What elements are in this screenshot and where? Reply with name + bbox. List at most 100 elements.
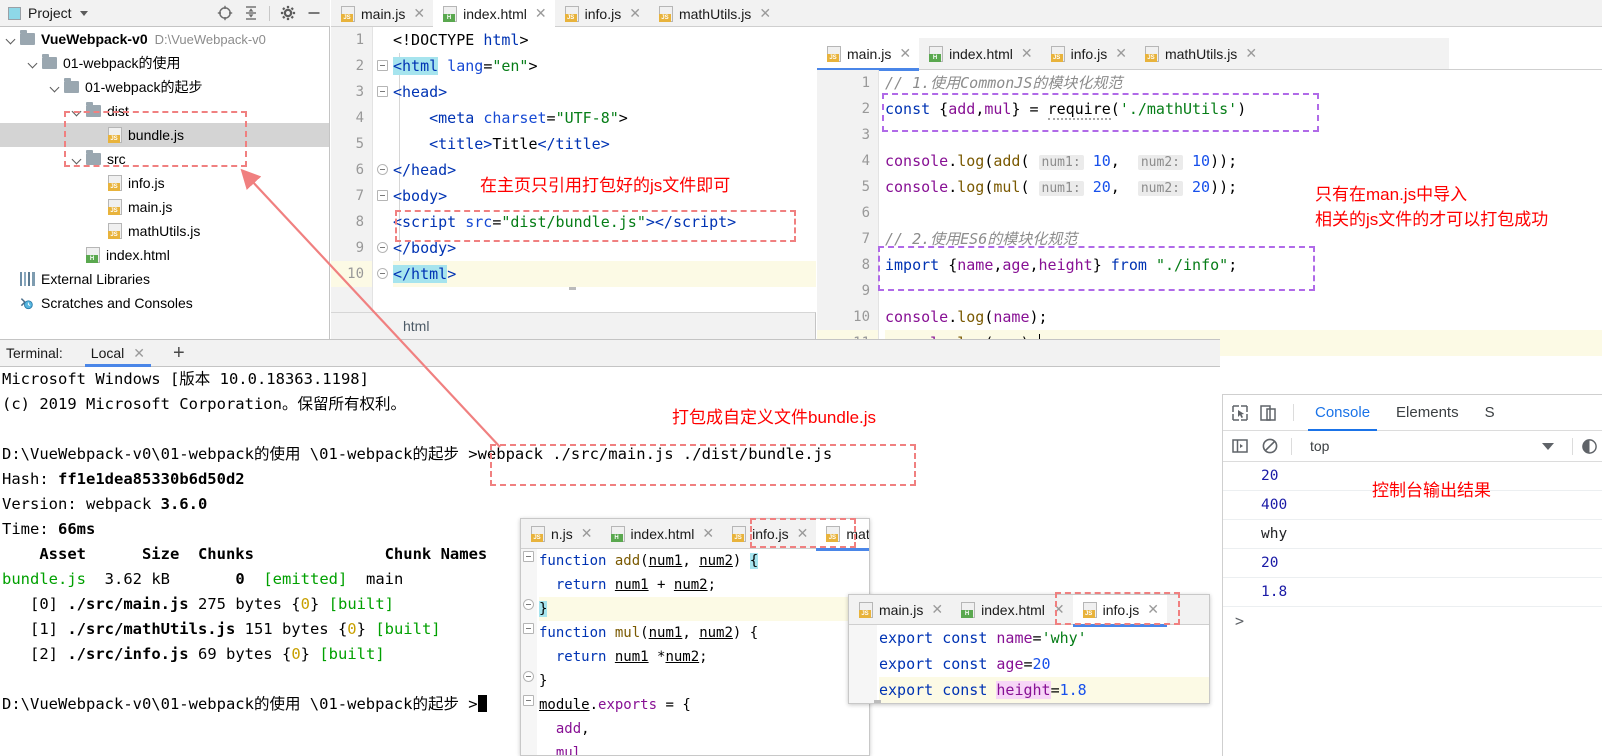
code-line: mul — [555, 745, 582, 756]
html-code-area[interactable]: <!DOCTYPE html> <html lang="en"> <head> … — [393, 27, 816, 312]
tree-item-info.js[interactable]: JS info.js — [0, 171, 329, 195]
html-file-icon: H — [961, 601, 976, 618]
tree-item-label: 01-webpack的使用 — [63, 55, 181, 71]
add-terminal-button[interactable]: + — [173, 343, 185, 363]
terminal-header-filler — [731, 339, 1220, 367]
clear-console-icon[interactable] — [1261, 437, 1279, 455]
tab-index.html[interactable]: Hindex.html ✕ — [433, 0, 555, 31]
annotation-main-note-line2: 相关的js文件的才可以打包成功 — [1315, 209, 1549, 229]
tab-index.html[interactable]: Hindex.html ✕ — [601, 519, 723, 550]
tree-item-index.html[interactable]: Hindex.html — [0, 243, 329, 267]
terminal-tab-label: Local — [90, 344, 125, 361]
annotation-box-webpack-command — [490, 444, 916, 486]
close-icon[interactable]: ✕ — [702, 525, 714, 542]
fold-marker-head-close[interactable] — [377, 164, 388, 175]
tab-index.html[interactable]: Hindex.html ✕ — [919, 38, 1041, 70]
html-file-icon: H — [929, 45, 944, 62]
device-toolbar-icon[interactable] — [1259, 404, 1277, 422]
tree-item-label: main.js — [128, 199, 173, 215]
mathutils-code-area[interactable]: function add(num1, num2) { return num1 +… — [539, 549, 869, 755]
index-html-editor[interactable]: 1 2 3 4 5 6 7 8 9 10 <!DOCTYPE html> <html lang="… — [331, 27, 816, 312]
close-icon[interactable]: ✕ — [1245, 45, 1257, 62]
close-icon[interactable]: ✕ — [931, 601, 943, 618]
minimize-icon[interactable] — [306, 5, 322, 21]
tree-item-ScratchesandConsoles[interactable]: Scratches and Consoles — [0, 291, 329, 315]
breadcrumb[interactable]: html — [331, 312, 816, 339]
close-icon[interactable]: ✕ — [413, 5, 425, 22]
locate-icon[interactable] — [217, 5, 233, 21]
tree-item-main.js[interactable]: JS main.js — [0, 195, 329, 219]
tab-console[interactable]: Console — [1302, 395, 1383, 431]
tree-item-01-webpack[interactable]: 01-webpack的起步 — [0, 75, 329, 99]
code-line: </html> — [393, 261, 816, 287]
close-icon[interactable]: ✕ — [535, 5, 547, 22]
devtools-tabbar[interactable]: Console Elements S — [1223, 395, 1602, 431]
tab-n.js[interactable]: JS n.js ✕ — [521, 519, 601, 550]
devtools-panel[interactable]: Console Elements S top 20 400 why 20 1.8… — [1222, 394, 1602, 756]
fold-marker-add[interactable] — [523, 551, 534, 562]
info-code-area[interactable]: export const name='why' export const age… — [879, 625, 1209, 703]
mathutils-fold-gutter[interactable] — [521, 549, 537, 755]
tab-main.js[interactable]: JS main.js ✕ — [817, 37, 920, 71]
chevron-down-icon[interactable] — [79, 10, 88, 16]
tree-item-VueWebpack-v0[interactable]: VueWebpack-v0 D:\VueWebpack-v0 — [0, 27, 329, 51]
project-label[interactable]: Project — [28, 5, 72, 21]
tab-main.js[interactable]: JS main.js ✕ — [849, 595, 951, 626]
tree-item-ExternalLibraries[interactable]: External Libraries — [0, 267, 329, 291]
fold-marker-html-close[interactable] — [377, 268, 388, 279]
close-icon[interactable]: ✕ — [899, 45, 911, 62]
chevron-down-icon[interactable] — [48, 80, 62, 94]
fold-marker-mul[interactable] — [523, 623, 534, 634]
fold-marker-body-close[interactable] — [377, 242, 388, 253]
console-sidebar-toggle-icon[interactable] — [1231, 437, 1249, 455]
tab-main.js[interactable]: JS main.js ✕ — [331, 0, 433, 30]
mathutils-editor-panel[interactable]: JSn.js✕Hindex.html✕JSinfo.js✕JSmathUtils… — [520, 518, 870, 756]
fold-marker-mul-close[interactable] — [523, 671, 534, 682]
project-toolbar: Project — [0, 0, 330, 27]
inspect-element-icon[interactable] — [1231, 404, 1249, 422]
fold-marker-exports[interactable] — [523, 695, 534, 706]
tab-info.js[interactable]: JS info.js ✕ — [1041, 38, 1135, 70]
fold-marker-body-open[interactable] — [377, 190, 388, 201]
chevron-down-icon[interactable] — [1542, 442, 1554, 450]
tree-item-01-webpack[interactable]: 01-webpack的使用 — [0, 51, 329, 75]
line-number: 10 — [331, 261, 372, 287]
close-icon[interactable]: ✕ — [629, 5, 641, 22]
console-row: 20 — [1223, 549, 1602, 578]
fold-marker-head-open[interactable] — [377, 86, 388, 97]
terminal-tab-local[interactable]: Local ✕ — [84, 340, 152, 367]
tab-mathUtils.js[interactable]: JS mathUtils.js ✕ — [1135, 38, 1265, 70]
project-panel-icon — [8, 6, 21, 20]
filter-level-icon[interactable] — [1581, 438, 1598, 455]
chevron-down-icon[interactable] — [4, 32, 18, 46]
editor-tab-list[interactable]: JS main.js ✕ Hindex.html ✕ JS info.js ✕ JS mathUt… — [331, 0, 1602, 31]
line-number: 6 — [861, 205, 870, 221]
fold-marker-html[interactable] — [377, 60, 388, 71]
tab-info.js[interactable]: JS info.js ✕ — [555, 0, 649, 30]
close-icon[interactable]: ✕ — [1021, 45, 1033, 62]
js-file-icon: JS — [827, 45, 841, 62]
project-tree[interactable]: VueWebpack-v0 D:\VueWebpack-v0 01-webpack的… — [0, 27, 330, 339]
tab-sources[interactable]: S — [1472, 395, 1508, 431]
tab-mathUtils.js[interactable]: JS mathUtils.js ✕ — [649, 0, 779, 30]
fold-marker-add-close[interactable] — [523, 599, 534, 610]
console-context-selector[interactable]: top — [1310, 438, 1542, 454]
settings-gear-icon[interactable] — [280, 5, 296, 21]
close-icon[interactable]: ✕ — [133, 340, 145, 367]
tree-item-mathUtils.js[interactable]: JS mathUtils.js — [0, 219, 329, 243]
main-editor-tabbar[interactable]: JS main.js ✕ Hindex.html ✕ JS info.js ✕ JS mathUt… — [817, 37, 1449, 71]
devtools-console-toolbar[interactable]: top — [1223, 431, 1602, 462]
close-icon[interactable]: ✕ — [581, 525, 593, 542]
close-icon[interactable]: ✕ — [759, 5, 771, 22]
console-prompt[interactable]: > — [1223, 607, 1602, 636]
folder-icon — [20, 30, 35, 45]
line-number: 2 — [861, 101, 870, 117]
html-fold-gutter[interactable] — [374, 27, 392, 312]
close-icon[interactable]: ✕ — [1115, 45, 1127, 62]
chevron-down-icon[interactable] — [26, 56, 40, 70]
tab-elements[interactable]: Elements — [1383, 395, 1472, 431]
code-line: } — [539, 673, 548, 689]
code-line: module.exports = { — [539, 697, 691, 713]
collapse-all-icon[interactable] — [243, 5, 259, 21]
